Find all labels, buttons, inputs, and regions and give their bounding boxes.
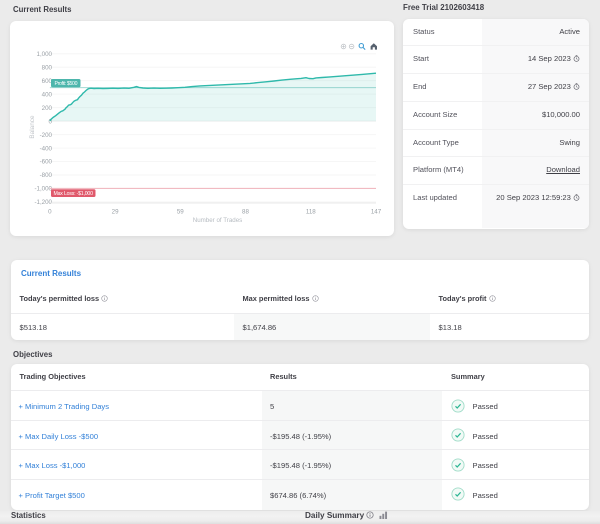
svg-text:0: 0 xyxy=(48,209,52,216)
svg-text:Profit: $500: Profit: $500 xyxy=(55,81,78,87)
svg-text:147: 147 xyxy=(371,209,382,216)
svg-text:-400: -400 xyxy=(40,145,53,152)
svg-text:400: 400 xyxy=(42,91,53,98)
svg-text:Balance: Balance xyxy=(29,115,36,139)
svg-text:200: 200 xyxy=(42,105,53,112)
svg-text:Number of Trades: Number of Trades xyxy=(193,217,243,224)
svg-text:Max Loss: -$1,000: Max Loss: -$1,000 xyxy=(54,191,94,197)
svg-text:-1,000: -1,000 xyxy=(34,186,52,193)
svg-text:-800: -800 xyxy=(40,172,53,179)
svg-text:800: 800 xyxy=(42,64,53,71)
svg-text:29: 29 xyxy=(112,209,119,216)
svg-text:1,000: 1,000 xyxy=(37,51,53,58)
svg-text:600: 600 xyxy=(42,78,53,85)
svg-text:88: 88 xyxy=(242,209,249,216)
svg-text:59: 59 xyxy=(177,209,184,216)
svg-text:-600: -600 xyxy=(40,159,53,166)
svg-text:-200: -200 xyxy=(40,132,53,139)
svg-text:118: 118 xyxy=(306,209,316,216)
svg-text:-1,200: -1,200 xyxy=(34,199,52,206)
